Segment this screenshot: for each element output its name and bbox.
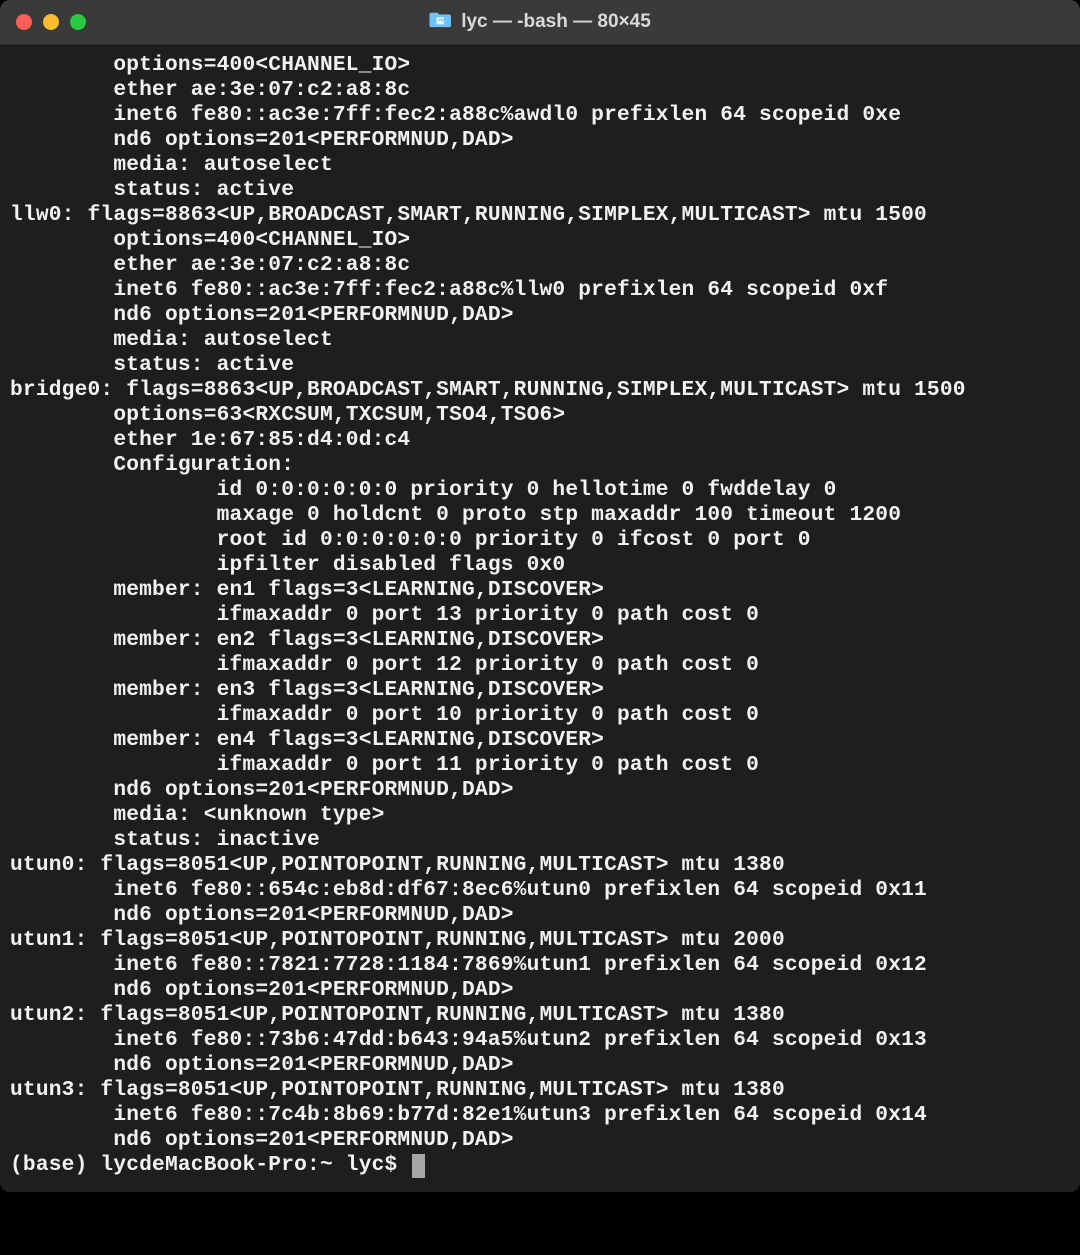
minimize-button[interactable] bbox=[43, 14, 59, 30]
terminal-body[interactable]: options=400<CHANNEL_IO> ether ae:3e:07:c… bbox=[0, 45, 1080, 1192]
maximize-button[interactable] bbox=[70, 14, 86, 30]
prompt-line[interactable]: (base) lycdeMacBook-Pro:~ lyc$ bbox=[10, 1153, 1070, 1178]
terminal-output: options=400<CHANNEL_IO> ether ae:3e:07:c… bbox=[10, 53, 1070, 1153]
window-title-group: lyc — -bash — 80×45 bbox=[429, 10, 651, 34]
titlebar[interactable]: lyc — -bash — 80×45 bbox=[0, 0, 1080, 45]
close-button[interactable] bbox=[16, 14, 32, 30]
window-title: lyc — -bash — 80×45 bbox=[461, 11, 651, 33]
terminal-window: lyc — -bash — 80×45 options=400<CHANNEL_… bbox=[0, 0, 1080, 1192]
cursor bbox=[412, 1154, 425, 1178]
folder-icon bbox=[429, 10, 451, 34]
prompt-text: (base) lycdeMacBook-Pro:~ lyc$ bbox=[10, 1153, 410, 1178]
traffic-lights bbox=[16, 14, 86, 30]
